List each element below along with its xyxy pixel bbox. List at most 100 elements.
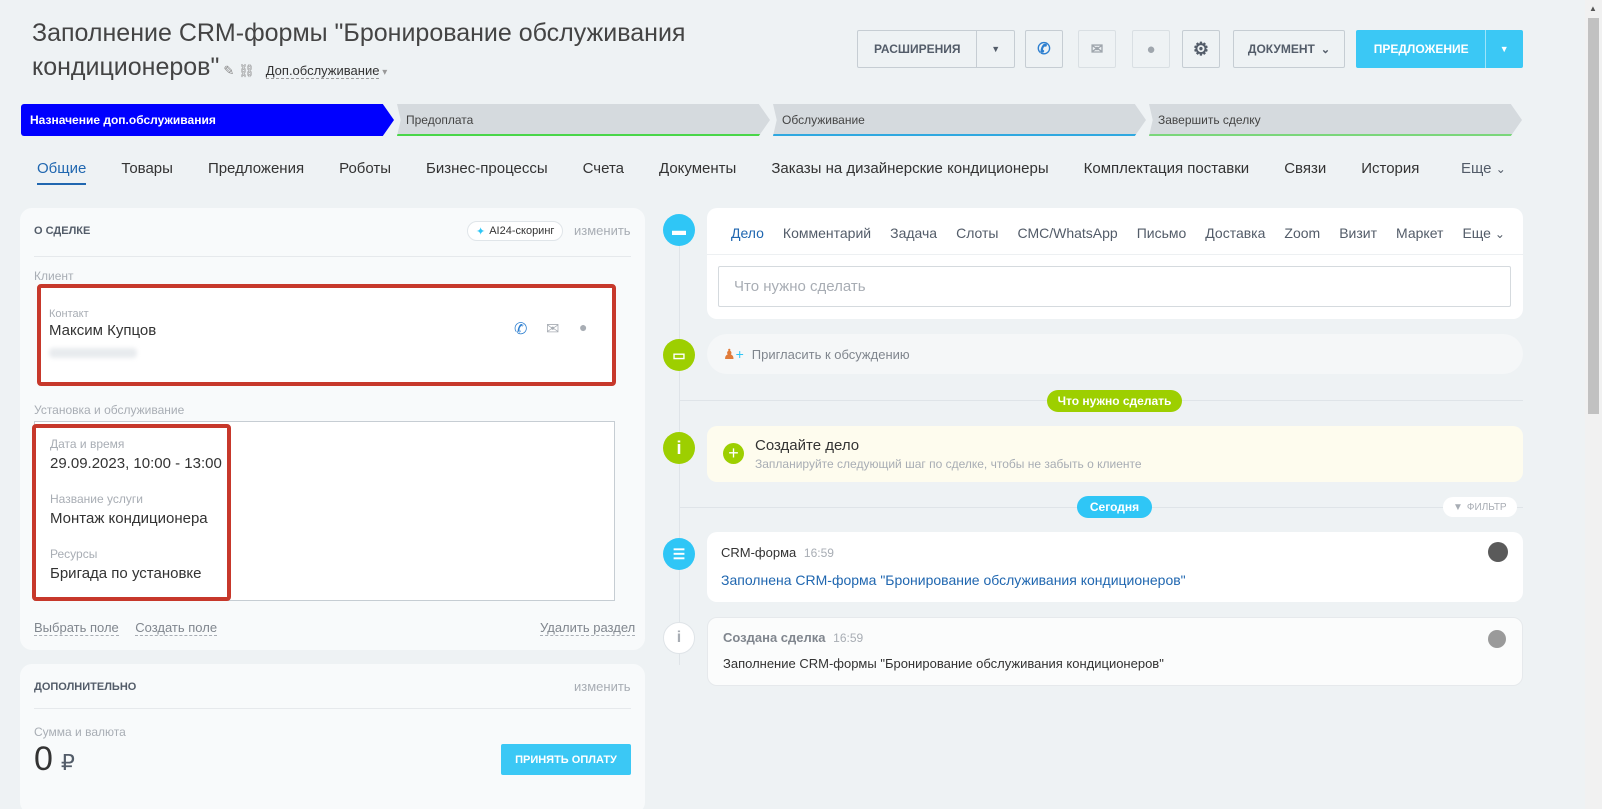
filter-label: ФИЛЬТР (1466, 501, 1507, 513)
add-user-icon: ♟ (723, 345, 736, 362)
category-selector[interactable]: Доп.обслуживание (265, 63, 380, 79)
tab-documents[interactable]: Документы (659, 160, 736, 185)
tab-links[interactable]: Связи (1284, 160, 1326, 185)
stage-prepayment[interactable]: Предоплата (397, 104, 770, 136)
stage-label: Назначение доп.обслуживания (30, 113, 216, 127)
delete-section: Удалить раздел (540, 619, 636, 637)
stage-label: Обслуживание (782, 113, 865, 127)
create-task-title: Создайте дело (755, 437, 860, 454)
extensions-button[interactable]: РАСШИРЕНИЯ ▼ (857, 30, 1015, 68)
offer-button[interactable]: ПРЕДЛОЖЕНИЕ ▼ (1356, 30, 1523, 68)
settings-button[interactable]: ⚙ (1182, 30, 1220, 68)
chevron-down-icon[interactable]: ▼ (976, 30, 1014, 68)
tab-offers[interactable]: Предложения (208, 160, 304, 185)
stage-service[interactable]: Обслуживание (773, 104, 1146, 136)
install-section-label: Установка и обслуживание (34, 403, 185, 417)
accept-payment-button[interactable]: ПРИНЯТЬ ОПЛАТУ (501, 744, 631, 775)
page-title: Заполнение CRM-формы "Бронирование обслу… (32, 16, 732, 90)
event-time: 16:59 (833, 631, 864, 645)
chat-bubble-icon: ▭ (663, 339, 695, 371)
filter-icon: ▼ (1453, 501, 1463, 513)
edit-link[interactable]: изменить (574, 679, 631, 694)
chevron-down-icon[interactable]: ▼ (1485, 30, 1522, 68)
create-task-card[interactable]: + Создайте дело Запланируйте следующий ш… (707, 426, 1523, 482)
delete-section-link[interactable]: Удалить раздел (540, 620, 636, 636)
stage-bar (397, 134, 770, 136)
add-icon[interactable]: + (723, 443, 744, 464)
document-button[interactable]: ДОКУМЕНТ ⌄ (1233, 30, 1345, 68)
email-button[interactable]: ✉ (1078, 30, 1116, 68)
event-header: Создана сделка 16:59 (723, 630, 863, 645)
edit-link[interactable]: изменить (574, 223, 631, 238)
stage-assign[interactable]: Назначение доп.обслуживания (21, 104, 394, 136)
link-icon[interactable]: ⛓ (238, 63, 255, 78)
info-icon: i (663, 432, 695, 464)
stage-label: Предоплата (406, 113, 474, 127)
divider (34, 256, 631, 257)
event-title: CRM-форма (721, 545, 797, 560)
scroll-up-icon[interactable]: ▲ (1589, 4, 1597, 13)
create-task-subtitle: Запланируйте следующий шаг по сделке, чт… (755, 457, 1142, 471)
activity-tab-zoom[interactable]: Zoom (1284, 225, 1320, 241)
tab-general[interactable]: Общие (37, 160, 87, 185)
tab-history[interactable]: История (1361, 160, 1419, 185)
tab-kit[interactable]: Комплектация поставки (1084, 160, 1250, 185)
activity-tab-more[interactable]: Еще ⌄ (1462, 225, 1504, 241)
event-header: CRM-форма 16:59 (721, 545, 834, 560)
scoring-badge[interactable]: ✦ AI24-скоринг (467, 221, 564, 241)
chat-icon: ● (1146, 40, 1156, 58)
scroll-thumb[interactable] (1588, 18, 1599, 414)
chat-button[interactable]: ● (1132, 30, 1170, 68)
offer-label: ПРЕДЛОЖЕНИЕ (1373, 42, 1469, 56)
tab-more[interactable]: Еще ⌄ (1461, 160, 1506, 177)
tab-products[interactable]: Товары (121, 160, 173, 185)
activity-tab-email[interactable]: Письмо (1137, 225, 1187, 241)
divider (707, 254, 1523, 255)
field-actions: Выбрать поле Создать поле (34, 619, 218, 637)
event-link[interactable]: Заполнена CRM-форма "Бронирование обслуж… (721, 572, 1186, 588)
sum-amount: 0 (34, 740, 53, 778)
activity-tab-market[interactable]: Маркет (1396, 225, 1443, 241)
stage-bar (773, 134, 1146, 136)
tab-robots[interactable]: Роботы (339, 160, 391, 185)
section-title: О СДЕЛКЕ (34, 225, 91, 237)
activity-tab-slots[interactable]: Слоты (956, 225, 998, 241)
sum-value: 0 ₽ (34, 740, 75, 779)
currency-sign: ₽ (60, 750, 75, 775)
avatar (1488, 542, 1508, 562)
highlight-install (32, 424, 231, 601)
select-field-link[interactable]: Выбрать поле (34, 620, 119, 636)
create-field-link[interactable]: Создать поле (135, 620, 218, 636)
tab-orders[interactable]: Заказы на дизайнерские кондиционеры (771, 160, 1048, 185)
phone-button[interactable]: ✆ (1025, 30, 1063, 68)
activity-tab-visit[interactable]: Визит (1339, 225, 1377, 241)
sum-label: Сумма и валюта (34, 725, 126, 739)
stage-bar (1149, 134, 1522, 136)
tab-bizproc[interactable]: Бизнес-процессы (426, 160, 548, 185)
form-icon: ☰ (663, 538, 695, 570)
invite-bar[interactable]: ♟ + Пригласить к обсуждению (707, 334, 1523, 374)
divider (34, 708, 631, 709)
activity-tab-todo[interactable]: Задача (890, 225, 937, 241)
scoring-label: AI24-скоринг (489, 225, 555, 237)
deal-tabs: Общие Товары Предложения Роботы Бизнес-п… (37, 160, 1454, 185)
scrollbar[interactable]: ▲ (1585, 0, 1602, 809)
todo-input[interactable]: Что нужно сделать (718, 266, 1511, 307)
todo-pill: Что нужно сделать (1047, 390, 1182, 412)
activity-tab-delivery[interactable]: Доставка (1205, 225, 1265, 241)
client-label: Клиент (34, 269, 74, 283)
activity-tab-sms[interactable]: СМС/WhatsApp (1017, 225, 1117, 241)
edit-icon[interactable]: ✎ (223, 63, 234, 78)
timeline-event: Создана сделка 16:59 Заполнение CRM-форм… (707, 617, 1523, 686)
extra-card: ДОПОЛНИТЕЛЬНО изменить Сумма и валюта 0 ₽… (20, 664, 645, 809)
filter-button[interactable]: ▼ ФИЛЬТР (1443, 497, 1517, 517)
chevron-down-icon[interactable]: ▾ (379, 67, 387, 78)
event-time: 16:59 (803, 546, 834, 560)
phone-icon: ✆ (1037, 41, 1051, 58)
activity-editor: Дело Комментарий Задача Слоты СМС/WhatsA… (707, 208, 1523, 319)
activity-tab-comment[interactable]: Комментарий (783, 225, 871, 241)
activity-tab-task[interactable]: Дело (731, 225, 764, 241)
tab-invoices[interactable]: Счета (583, 160, 624, 185)
stage-complete[interactable]: Завершить сделку (1149, 104, 1522, 136)
chevron-down-icon: ⌄ (1494, 227, 1505, 241)
